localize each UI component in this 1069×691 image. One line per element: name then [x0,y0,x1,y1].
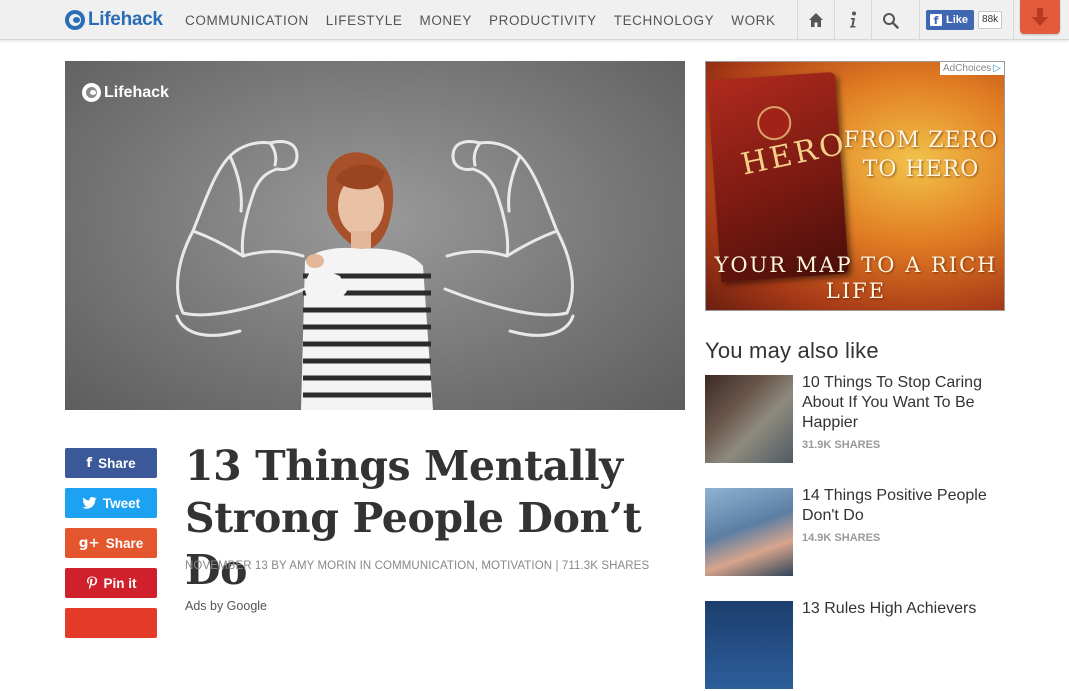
book-seal-icon [756,104,793,142]
related-article[interactable]: 14 Things Positive People Don't Do 14.9K… [705,486,1005,578]
adchoices-badge[interactable]: AdChoices ▷ [939,62,1004,75]
facebook-like-label: Like [946,14,969,26]
toolbar-icons [797,0,908,40]
googleplus-share-label: Share [105,535,144,551]
search-button[interactable] [871,0,908,40]
facebook-like-count: 88k [978,11,1003,29]
site-logo-text: Lifehack [88,9,163,30]
related-article-title[interactable]: 13 Rules High Achievers [802,599,1002,619]
download-button[interactable] [1020,0,1060,34]
down-arrow-icon [1032,8,1048,26]
ad-headline: FROM ZERO TO HERO [843,128,999,182]
home-icon [809,13,823,27]
pinterest-pin-button[interactable]: Pin it [65,568,157,598]
related-article-title[interactable]: 10 Things To Stop Caring About If You Wa… [802,373,1002,433]
advertisement-banner[interactable]: AdChoices ▷ HERO FROM ZERO TO HERO YOUR … [705,61,1005,311]
related-article-title[interactable]: 14 Things Positive People Don't Do [802,486,1002,526]
related-article-thumbnail[interactable] [705,488,793,576]
facebook-icon: f [930,14,942,27]
related-article-shares: 14.9K SHARES [802,532,881,544]
facebook-share-button[interactable]: f Share [65,448,157,478]
related-article-thumbnail[interactable] [705,601,793,689]
book-title: HERO [737,126,851,183]
facebook-share-label: Share [98,455,136,471]
search-icon [882,12,899,29]
info-icon [850,11,856,28]
nav-item-technology[interactable]: TECHNOLOGY [614,13,715,28]
nav-item-lifestyle[interactable]: LIFESTYLE [326,13,403,28]
you-may-also-like-heading: You may also like [705,338,879,363]
related-article[interactable]: 10 Things To Stop Caring About If You Wa… [705,373,1005,465]
info-button[interactable] [834,0,871,40]
article-hero-image: Lifehack [65,61,685,410]
related-article-shares: 31.9K SHARES [802,439,881,451]
nav-item-productivity[interactable]: PRODUCTIVITY [489,13,597,28]
article-meta: NOVEMBER 13 BY AMY MORIN IN COMMUNICATIO… [185,560,650,572]
ad-tagline: YOUR MAP TO A RICH LIFE [714,253,998,303]
hero-illustration [175,140,575,410]
adchoices-icon: ▷ [993,63,1001,74]
googleplus-icon: g+ [78,535,100,551]
article-title: 13 Things Mentally Strong People Don’t D… [185,442,642,594]
ads-by-google-label[interactable]: Ads by Google [185,599,267,613]
nav-item-communication[interactable]: COMMUNICATION [185,13,309,28]
pinterest-pin-label: Pin it [103,575,137,591]
nav-item-money[interactable]: MONEY [419,13,472,28]
facebook-like-button[interactable]: f Like [926,10,975,30]
twitter-tweet-label: Tweet [102,495,141,511]
lifehack-logo-icon [82,83,101,102]
site-logo[interactable]: Lifehack [65,8,163,32]
lifehack-logo-icon [65,10,85,30]
hero-watermark-logo: Lifehack [82,83,169,102]
top-navigation-bar: Lifehack COMMUNICATION LIFESTYLE MONEY P… [0,0,1069,40]
home-button[interactable] [797,0,834,40]
nav-item-work[interactable]: WORK [731,13,775,28]
hero-logo-text: Lifehack [104,83,169,101]
facebook-like-widget: f Like 88k [919,0,1014,40]
facebook-icon: f [86,455,93,471]
twitter-tweet-button[interactable]: Tweet [65,488,157,518]
main-nav: COMMUNICATION LIFESTYLE MONEY PRODUCTIVI… [185,0,793,40]
pinterest-icon [86,576,97,589]
book-cover-image: HERO [707,71,851,283]
adchoices-label: AdChoices [942,63,992,74]
twitter-bird-icon [82,497,97,509]
googleplus-share-button[interactable]: g+ Share [65,528,157,558]
related-article[interactable]: 13 Rules High Achievers [705,599,1005,691]
related-article-thumbnail[interactable] [705,375,793,463]
